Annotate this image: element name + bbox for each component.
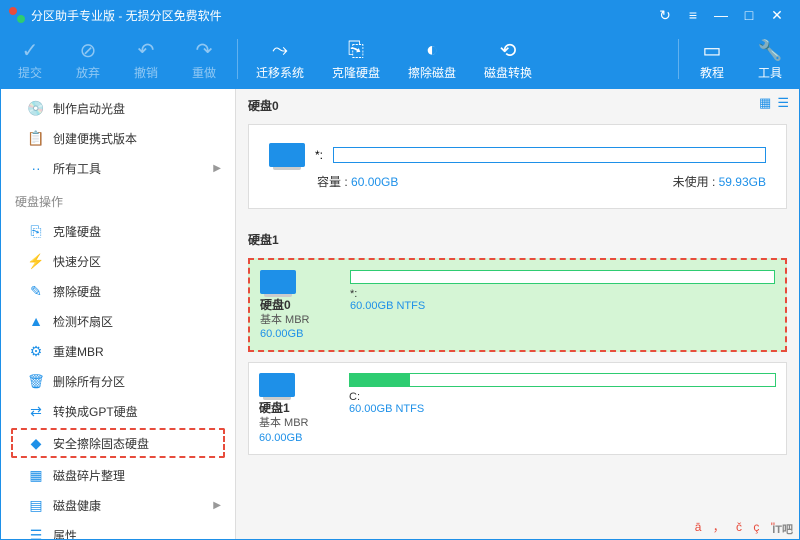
- clone-icon: ⎘: [348, 38, 364, 64]
- sidebar-item[interactable]: 💿 制作启动光盘: [1, 93, 235, 123]
- sidebar-item-label: 快速分区: [53, 253, 101, 270]
- sidebar-item-icon: 💿: [27, 100, 45, 117]
- sidebar-item-icon: ☰: [27, 527, 45, 540]
- disk-block-1[interactable]: 硬盘1 基本 MBR 60.00GB C: 60.00GB NTFS: [248, 362, 787, 454]
- sidebar-item-label: 擦除硬盘: [53, 283, 101, 300]
- sidebar-item-label: 克隆硬盘: [53, 223, 101, 240]
- undo-icon: ↶: [138, 38, 155, 64]
- disk0-usage-bar: [333, 147, 766, 163]
- sidebar-item[interactable]: ·· 所有工具 ▶: [1, 153, 235, 183]
- minimize-button[interactable]: —: [707, 7, 735, 23]
- ime-indicator: ā ， č ç ": [695, 518, 779, 535]
- disk1-header: 硬盘1: [236, 223, 799, 252]
- disk-block-0[interactable]: 硬盘0 基本 MBR 60.00GB *: 60.00GB NTFS: [248, 258, 787, 352]
- wipe-disk-button[interactable]: ◐擦除磁盘: [394, 29, 470, 89]
- main-panel: ▦ ☰ 硬盘0 *: 容量 : 60.00GB 未使用 : 59.93GB 硬盘…: [236, 89, 799, 539]
- disk0-drive-letter: *:: [315, 148, 323, 162]
- chevron-right-icon: ▶: [213, 163, 221, 174]
- sidebar-item[interactable]: ▤ 磁盘健康 ▶: [1, 490, 235, 520]
- disk0-card[interactable]: *: 容量 : 60.00GB 未使用 : 59.93GB: [248, 124, 787, 209]
- commit-button: ✓提交: [1, 29, 59, 89]
- sidebar-item-icon: 📋: [27, 130, 45, 147]
- sidebar-item[interactable]: ⇄ 转换成GPT硬盘: [1, 396, 235, 426]
- list-view-icon[interactable]: ☰: [777, 95, 789, 111]
- sidebar-item-icon: ··: [27, 160, 45, 176]
- sidebar-item-label: 所有工具: [53, 160, 101, 177]
- migrate-os-button[interactable]: ⤳迁移系统: [242, 29, 318, 89]
- app-logo-icon: [9, 7, 25, 23]
- close-button[interactable]: ✕: [763, 7, 791, 24]
- disk-icon: [269, 143, 305, 167]
- sidebar-item-icon: ▦: [27, 467, 45, 484]
- sidebar-item-label: 转换成GPT硬盘: [53, 403, 138, 420]
- sidebar-item-label: 重建MBR: [53, 343, 104, 360]
- menu-button[interactable]: ≡: [679, 7, 707, 23]
- disk0-header: 硬盘0: [236, 89, 799, 118]
- disk-icon: [260, 270, 296, 294]
- sidebar-item-icon: ⚡: [27, 253, 45, 270]
- main-toolbar: ✓提交 ⊘放弃 ↶撤销 ↷重做 ⤳迁移系统 ⎘克隆硬盘 ◐擦除磁盘 ⟲磁盘转换 …: [1, 29, 799, 89]
- undo-button: ↶撤销: [117, 29, 175, 89]
- sidebar-item-label: 删除所有分区: [53, 373, 125, 390]
- watermark: IT吧: [772, 521, 793, 537]
- sidebar-item-icon: 🗑: [27, 373, 45, 390]
- tools-button[interactable]: 🔧工具: [741, 29, 799, 89]
- disk-icon: [259, 373, 295, 397]
- sidebar-item-label: 制作启动光盘: [53, 100, 125, 117]
- sidebar-item-label: 磁盘健康: [53, 497, 101, 514]
- sidebar-item-icon: ⇄: [27, 403, 45, 420]
- sidebar-item[interactable]: ▲ 检测坏扇区: [1, 306, 235, 336]
- partition-bar: [349, 373, 776, 387]
- chevron-right-icon: ▶: [213, 500, 221, 511]
- sidebar-item-icon: ⎘: [27, 223, 45, 240]
- migrate-icon: ⤳: [272, 38, 288, 64]
- sidebar-item-label: 检测坏扇区: [53, 313, 113, 330]
- sidebar-item-icon: ◆: [27, 435, 45, 452]
- sidebar-item-icon: ⚙: [27, 343, 45, 360]
- sidebar-item[interactable]: ▦ 磁盘碎片整理: [1, 460, 235, 490]
- sidebar-item[interactable]: ◆ 安全擦除固态硬盘: [11, 428, 225, 458]
- partition-bar: [350, 270, 775, 284]
- redo-icon: ↷: [196, 38, 213, 64]
- sidebar-item[interactable]: ☰ 属性: [1, 520, 235, 539]
- sidebar-item[interactable]: ✎ 擦除硬盘: [1, 276, 235, 306]
- cancel-icon: ⊘: [80, 38, 97, 64]
- clone-disk-button[interactable]: ⎘克隆硬盘: [318, 29, 394, 89]
- sidebar-item[interactable]: 🗑 删除所有分区: [1, 366, 235, 396]
- check-icon: ✓: [22, 38, 39, 64]
- convert-disk-button[interactable]: ⟲磁盘转换: [470, 29, 546, 89]
- sidebar-section-header: 硬盘操作: [1, 183, 235, 216]
- refresh-button[interactable]: ↻: [651, 7, 679, 24]
- redo-button: ↷重做: [175, 29, 233, 89]
- sidebar-item[interactable]: 📋 创建便携式版本: [1, 123, 235, 153]
- wrench-icon: 🔧: [758, 38, 783, 64]
- sidebar-item-label: 磁盘碎片整理: [53, 467, 125, 484]
- wipe-icon: ◐: [426, 38, 438, 64]
- titlebar: 分区助手专业版 - 无损分区免费软件 ↻ ≡ — □ ✕: [1, 1, 799, 29]
- convert-icon: ⟲: [500, 38, 517, 64]
- window-title: 分区助手专业版 - 无损分区免费软件: [31, 7, 222, 24]
- sidebar-item[interactable]: ⚡ 快速分区: [1, 246, 235, 276]
- sidebar-item-icon: ✎: [27, 283, 45, 300]
- sidebar-item-icon: ▤: [27, 497, 45, 514]
- sidebar-item-label: 安全擦除固态硬盘: [53, 435, 149, 452]
- sidebar-item-label: 创建便携式版本: [53, 130, 137, 147]
- grid-view-icon[interactable]: ▦: [759, 95, 771, 111]
- book-icon: ▭: [703, 38, 722, 64]
- discard-button: ⊘放弃: [59, 29, 117, 89]
- sidebar-item[interactable]: ⎘ 克隆硬盘: [1, 216, 235, 246]
- tutorial-button[interactable]: ▭教程: [683, 29, 741, 89]
- sidebar-item-label: 属性: [53, 527, 77, 540]
- sidebar: 💿 制作启动光盘 📋 创建便携式版本 ·· 所有工具 ▶ 硬盘操作 ⎘ 克隆硬盘 ⚡ 快速分区 ✎ 擦…: [1, 89, 236, 539]
- sidebar-item[interactable]: ⚙ 重建MBR: [1, 336, 235, 366]
- sidebar-item-icon: ▲: [27, 313, 45, 329]
- maximize-button[interactable]: □: [735, 7, 763, 23]
